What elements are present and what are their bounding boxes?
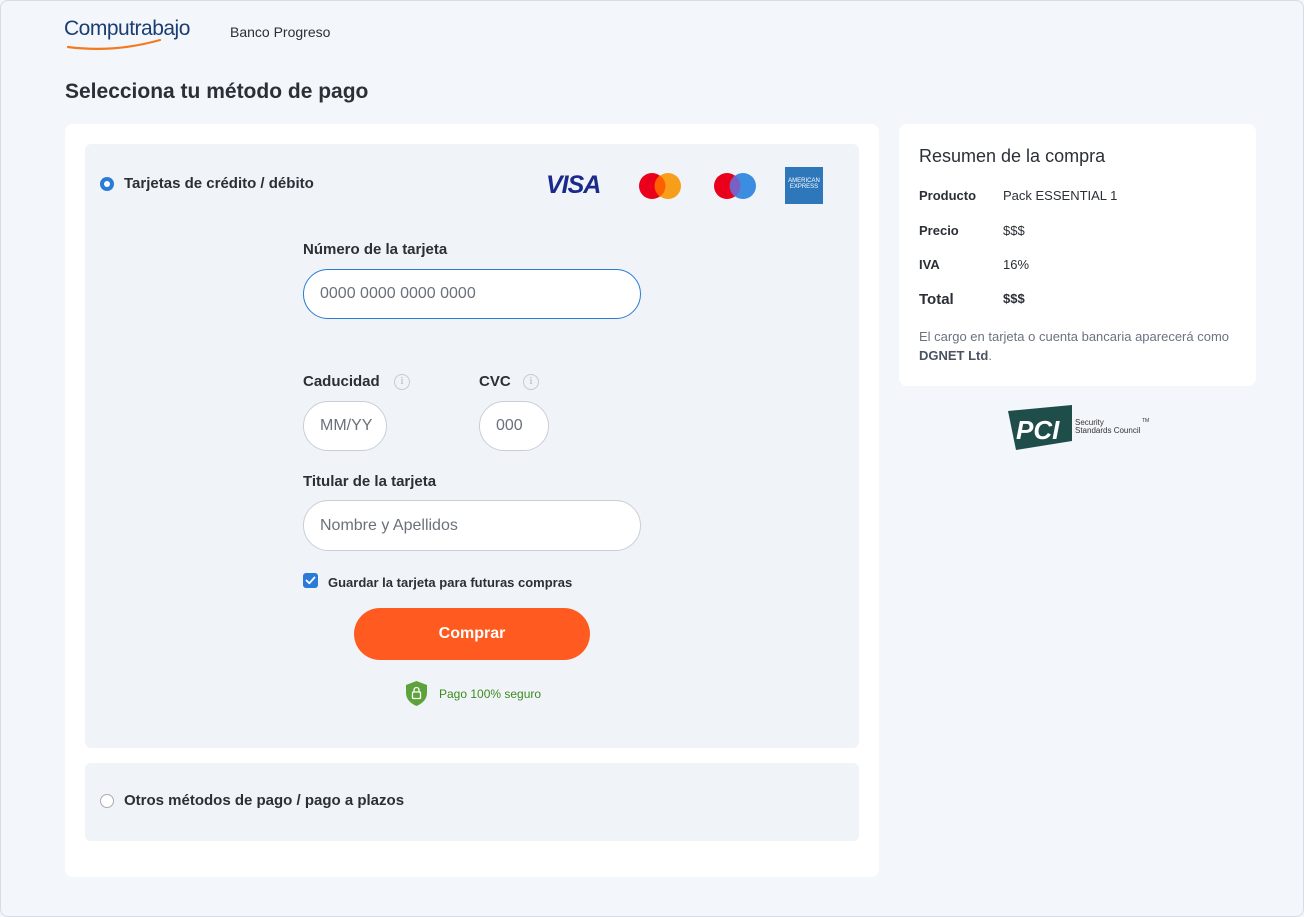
summary-value-total: $$$ [1003,291,1025,306]
billing-company: DGNET Ltd [919,348,989,363]
holder-input[interactable]: Nombre y Apellidos [303,500,641,551]
billing-note: El cargo en tarjeta o cuenta bancaria ap… [919,327,1239,365]
summary-value-price: $$$ [1003,223,1025,238]
holder-label: Titular de la tarjeta [303,473,437,490]
billing-note-prefix: El cargo en tarjeta o cuenta bancaria ap… [919,329,1230,344]
card-option-label[interactable]: Tarjetas de crédito / débito [124,175,314,192]
page-title: Selecciona tu método de pago [65,80,369,103]
save-card-checkbox[interactable] [303,573,318,588]
pci-council-text: Security Standards Council [1075,419,1140,435]
summary-key-product: Producto [919,188,977,203]
maestro-logo [714,173,756,199]
secure-payment-text: Pago 100% seguro [439,687,542,701]
holder-placeholder: Nombre y Apellidos [320,516,458,534]
logo-swoosh-icon [66,38,162,50]
expiry-label: Caducidad [303,373,380,390]
mastercard-logo [639,173,681,199]
other-methods-radio[interactable] [100,794,114,808]
check-icon [305,576,316,585]
cvc-placeholder: 000 [496,417,523,434]
purchase-summary-card: Resumen de la compra Producto Pack ESSEN… [899,124,1256,386]
summary-value-tax: 16% [1003,257,1030,272]
cvc-info-icon[interactable]: i [523,374,539,390]
billing-note-suffix: . [988,348,992,363]
cvc-label: CVC [479,373,511,390]
cvc-input[interactable]: 000 [479,401,549,451]
buy-button[interactable]: Comprar [354,608,590,660]
amex-logo: AMERICAN EXPRESS [785,167,823,204]
summary-key-total: Total [919,291,954,308]
expiry-input[interactable]: MM/YY [303,401,387,451]
card-number-placeholder: 0000 0000 0000 0000 [320,285,476,302]
pci-line-2: Standards Council [1075,426,1141,435]
summary-key-tax: IVA [919,257,940,272]
other-methods-panel[interactable]: Otros métodos de pago / pago a plazos [85,763,859,841]
card-number-input[interactable]: 0000 0000 0000 0000 [303,269,641,319]
pci-logo: PCI [1008,405,1072,450]
expiry-placeholder: MM/YY [320,417,373,434]
summary-title: Resumen de la compra [919,146,1106,166]
save-card-label[interactable]: Guardar la tarjeta para futuras compras [328,575,572,590]
pci-trademark: TM [1142,418,1150,424]
visa-logo: VISA [546,171,601,199]
summary-key-price: Precio [919,223,959,238]
other-methods-label[interactable]: Otros métodos de pago / pago a plazos [124,792,404,809]
card-number-label: Número de la tarjeta [303,241,448,258]
card-payment-panel: Tarjetas de crédito / débito VISA AMERIC… [85,144,859,748]
summary-value-product: Pack ESSENTIAL 1 [1003,188,1118,203]
payment-methods-card: Tarjetas de crédito / débito VISA AMERIC… [65,124,879,877]
card-option-radio[interactable] [100,177,114,191]
company-name: Banco Progreso [230,24,331,40]
expiry-info-icon[interactable]: i [394,374,410,390]
shield-lock-icon [406,681,427,706]
pci-logo-text: PCI [1016,415,1060,445]
